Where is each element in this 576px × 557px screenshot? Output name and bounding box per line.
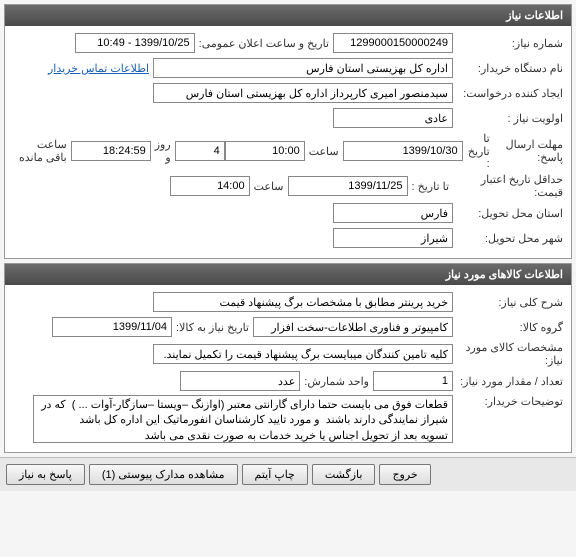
city-label: شهر محل تحویل: — [453, 232, 563, 245]
back-button[interactable]: بازگشت — [312, 464, 376, 485]
respond-button[interactable]: پاسخ به نیاز — [6, 464, 85, 485]
remaining-label: ساعت باقی مانده — [13, 138, 71, 164]
button-bar: خروج بازگشت چاپ آیتم مشاهده مدارک پیوستی… — [0, 457, 576, 491]
public-datetime-label: تاریخ و ساعت اعلان عمومی: — [195, 37, 333, 50]
days-remaining-field[interactable] — [175, 141, 225, 161]
specs-field[interactable] — [153, 344, 453, 364]
time-label-1: ساعت — [305, 145, 343, 158]
province-field[interactable] — [333, 203, 453, 223]
city-field[interactable] — [333, 228, 453, 248]
min-validity-label: حداقل تاریخ اعتبار قیمت: — [453, 173, 563, 199]
exit-button[interactable]: خروج — [379, 464, 430, 485]
time-label-2: ساعت — [250, 180, 288, 193]
public-datetime-field[interactable] — [75, 33, 195, 53]
deadline-time-field[interactable] — [225, 141, 305, 161]
buyer-field[interactable] — [153, 58, 453, 78]
buyer-notes-label: توضیحات خریدار: — [453, 395, 563, 408]
unit-label: واحد شمارش: — [300, 375, 373, 388]
deadline-label: مهلت ارسال پاسخ: — [494, 138, 563, 164]
need-info-body: شماره نیاز: تاریخ و ساعت اعلان عمومی: نا… — [5, 26, 571, 258]
time-remaining-field[interactable] — [71, 141, 151, 161]
goods-info-header: اطلاعات کالاهای مورد نیاز — [5, 264, 571, 285]
need-number-field[interactable] — [333, 33, 453, 53]
print-button[interactable]: چاپ آیتم — [242, 464, 308, 485]
group-label: گروه کالا: — [453, 321, 563, 334]
need-date-field[interactable] — [52, 317, 172, 337]
province-label: استان محل تحویل: — [453, 207, 563, 220]
need-number-label: شماره نیاز: — [453, 37, 563, 50]
min-validity-until: تا تاریخ : — [408, 180, 453, 193]
qty-label: تعداد / مقدار مورد نیاز: — [453, 375, 563, 388]
until-label: تا تاریخ : — [463, 132, 494, 170]
buyer-notes-field[interactable] — [33, 395, 453, 443]
need-date-label: تاریخ نیاز به کالا: — [172, 321, 253, 334]
general-desc-field[interactable] — [153, 292, 453, 312]
priority-label: اولویت نیاز : — [453, 112, 563, 125]
creator-field[interactable] — [153, 83, 453, 103]
general-desc-label: شرح کلی نیاز: — [453, 296, 563, 309]
goods-info-panel: اطلاعات کالاهای مورد نیاز شرح کلی نیاز: … — [4, 263, 572, 453]
buyer-label: نام دستگاه خریدار: — [453, 62, 563, 75]
unit-field[interactable] — [180, 371, 300, 391]
group-field[interactable] — [253, 317, 453, 337]
qty-field[interactable] — [373, 371, 453, 391]
deadline-date-field[interactable] — [343, 141, 463, 161]
min-validity-date-field[interactable] — [288, 176, 408, 196]
buyer-contact-link[interactable]: اطلاعات تماس خریدار — [44, 62, 153, 75]
need-info-panel: اطلاعات نیاز شماره نیاز: تاریخ و ساعت اع… — [4, 4, 572, 259]
goods-info-body: شرح کلی نیاز: گروه کالا: تاریخ نیاز به ک… — [5, 285, 571, 452]
min-validity-time-field[interactable] — [170, 176, 250, 196]
creator-label: ایجاد کننده درخواست: — [453, 87, 563, 100]
specs-label: مشخصات کالای مورد نیاز: — [453, 341, 563, 367]
need-info-header: اطلاعات نیاز — [5, 5, 571, 26]
attachments-button[interactable]: مشاهده مدارک پیوستی (1) — [89, 464, 238, 485]
priority-field[interactable] — [333, 108, 453, 128]
days-label: روز و — [151, 138, 175, 164]
